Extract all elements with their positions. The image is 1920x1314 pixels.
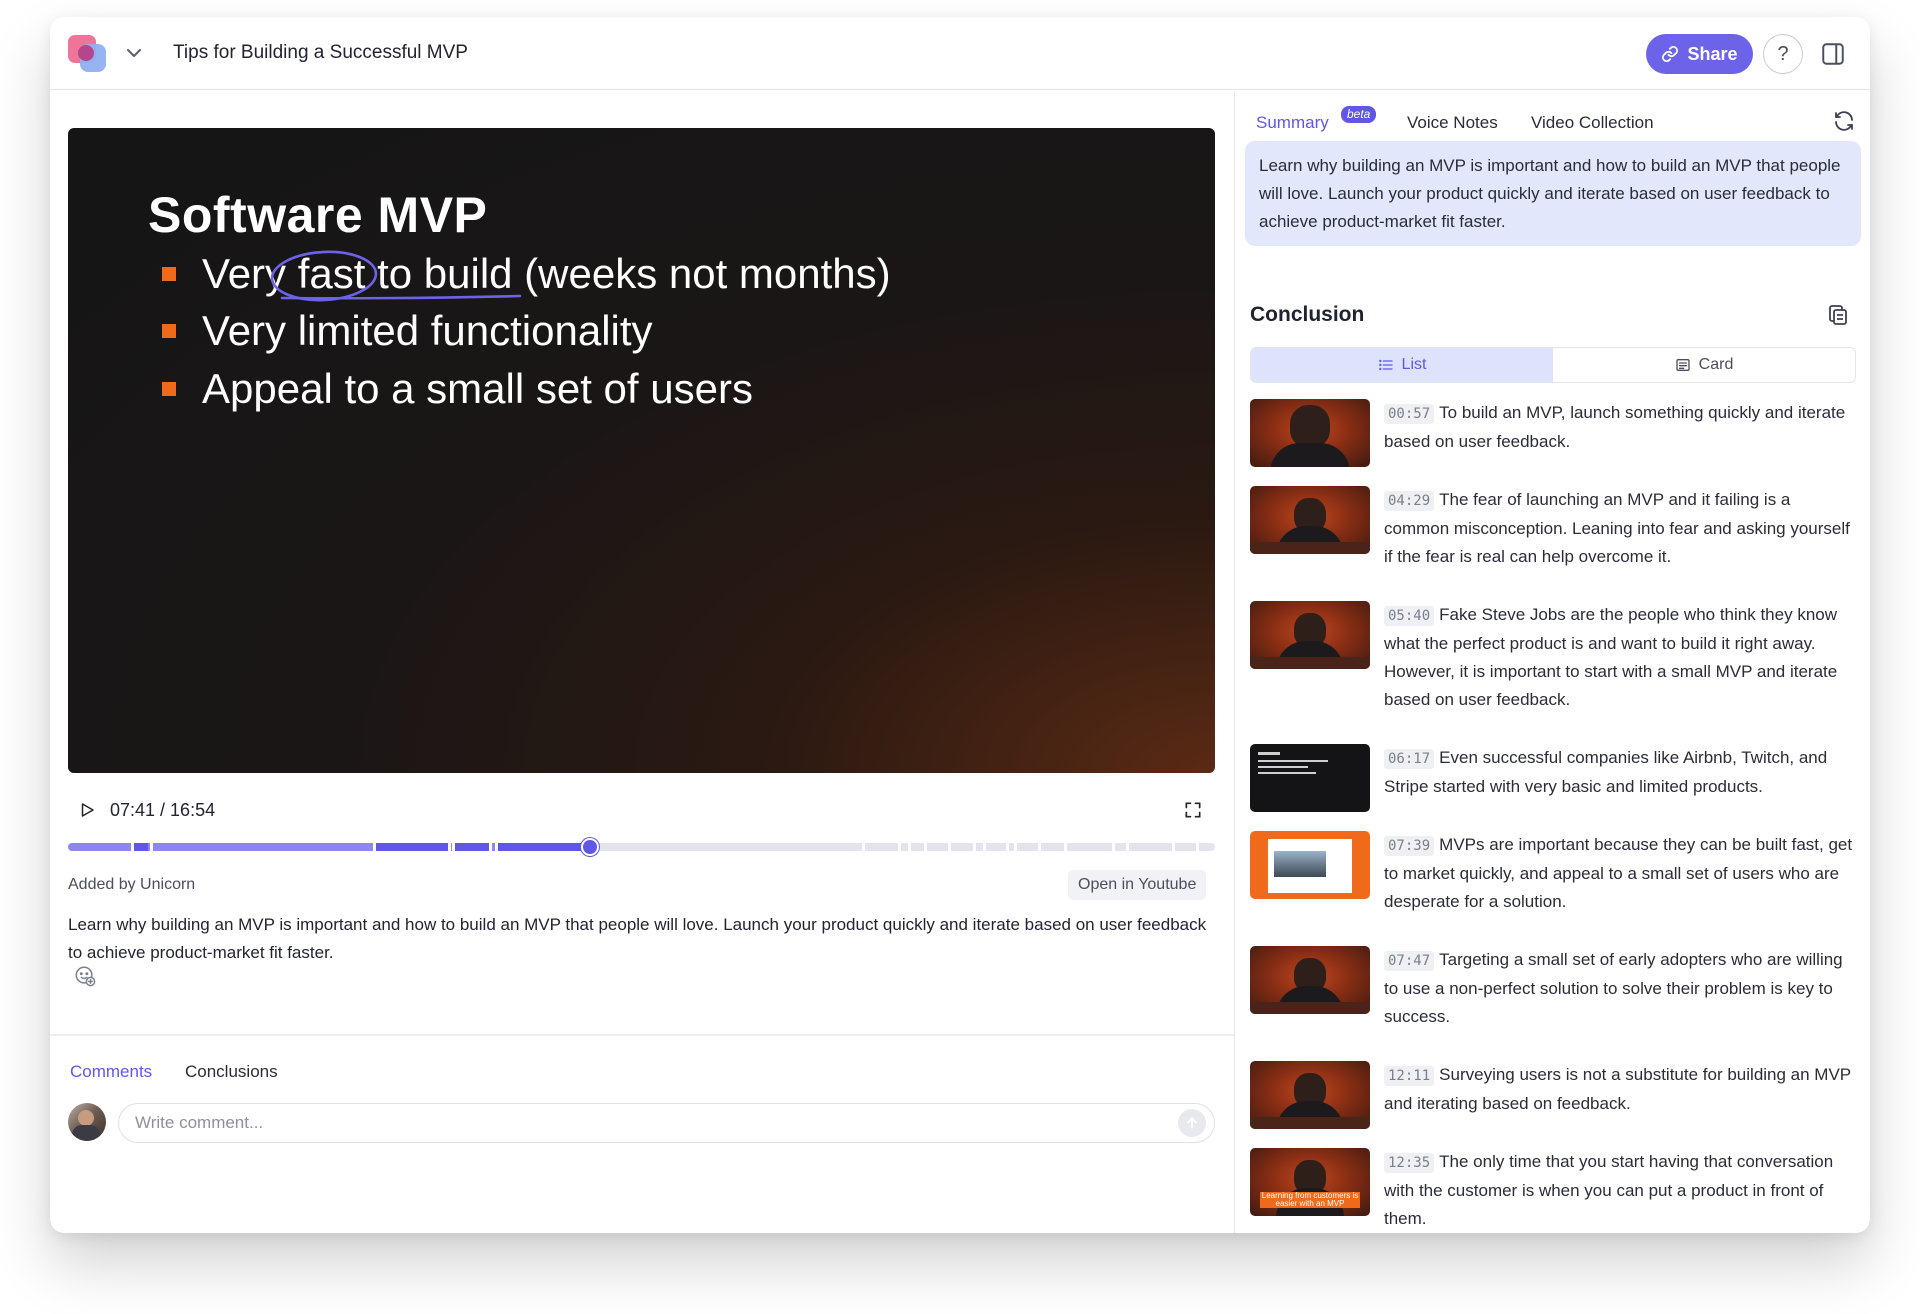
open-youtube-button[interactable]: Open in Youtube <box>1068 870 1207 900</box>
progress-bar[interactable] <box>68 836 1215 858</box>
slide-bullet: Appeal to a small set of users <box>162 365 753 413</box>
timestamp[interactable]: 04:29 <box>1384 491 1435 511</box>
view-card-button[interactable]: Card <box>1553 348 1855 382</box>
top-bar: Tips for Building a Successful MVP Share… <box>50 17 1870 90</box>
app-window: Tips for Building a Successful MVP Share… <box>50 17 1870 1233</box>
copy-icon[interactable] <box>1826 303 1850 327</box>
summary-text: Learn why building an MVP is important a… <box>1245 141 1861 246</box>
beta-badge: beta <box>1341 106 1377 123</box>
video-thumbnail[interactable] <box>1250 601 1370 669</box>
share-label: Share <box>1687 43 1738 64</box>
video-player[interactable]: Software MVP Very fast to build (weeks n… <box>68 128 1215 773</box>
timestamp[interactable]: 07:47 <box>1384 951 1435 971</box>
timestamp[interactable]: 12:35 <box>1384 1153 1435 1173</box>
main-content: Software MVP Very fast to build (weeks n… <box>50 91 1234 1233</box>
conclusion-text: 05:40 Fake Steve Jobs are the people who … <box>1384 605 1838 709</box>
help-icon: ? <box>1777 42 1789 65</box>
tab-voice-notes[interactable]: Voice Notes <box>1407 113 1498 133</box>
help-button[interactable]: ? <box>1763 34 1803 74</box>
added-by-label: Added by Unicorn <box>68 876 196 893</box>
divider <box>50 1034 1234 1036</box>
card-icon <box>1675 359 1690 371</box>
slide-bullet: Very fast to build (weeks not months) <box>162 250 891 298</box>
video-thumbnail[interactable] <box>1250 831 1370 899</box>
video-thumbnail[interactable] <box>1250 486 1370 554</box>
tab-video-collection[interactable]: Video Collection <box>1531 113 1654 133</box>
add-reaction-icon[interactable] <box>74 965 96 987</box>
video-thumbnail[interactable] <box>1250 399 1370 467</box>
conclusion-text: 12:35 The only time that you start having… <box>1384 1152 1834 1228</box>
progress-thumb[interactable] <box>580 838 599 856</box>
video-thumbnail[interactable] <box>1250 946 1370 1014</box>
play-icon[interactable] <box>78 801 96 819</box>
conclusion-heading: Conclusion <box>1250 303 1365 326</box>
list-icon <box>1378 359 1393 371</box>
tab-summary[interactable]: Summary <box>1256 113 1329 133</box>
thumbnail-caption: Learning from customers is easier with a… <box>1260 1191 1360 1208</box>
progress-track <box>68 843 1215 851</box>
conclusion-text: 12:11 Surveying users is not a substitute… <box>1384 1065 1851 1113</box>
video-thumbnail[interactable] <box>1250 1061 1370 1129</box>
video-thumbnail[interactable]: Learning from customers is easier with a… <box>1250 1148 1370 1216</box>
arrow-up-icon <box>1187 1117 1197 1129</box>
chevron-down-icon[interactable] <box>122 41 146 65</box>
conclusion-text: 06:17 Even successful companies like Airb… <box>1384 748 1828 796</box>
sidebar-toggle-icon[interactable] <box>1820 41 1846 67</box>
timestamp[interactable]: 06:17 <box>1384 749 1435 769</box>
video-description: Learn why building an MVP is important a… <box>68 915 1207 962</box>
tab-conclusions[interactable]: Conclusions <box>185 1062 278 1082</box>
refresh-icon[interactable] <box>1832 109 1856 133</box>
share-button[interactable]: Share <box>1646 34 1753 74</box>
fullscreen-icon[interactable] <box>1183 800 1203 820</box>
time-display: 07:41 / 16:54 <box>110 800 216 820</box>
page-title: Tips for Building a Successful MVP <box>173 42 468 63</box>
timestamp[interactable]: 05:40 <box>1384 606 1435 626</box>
tab-comments[interactable]: Comments <box>70 1062 152 1082</box>
avatar <box>68 1103 106 1141</box>
slide-title: Software MVP <box>148 187 488 243</box>
comment-input[interactable] <box>118 1103 1215 1143</box>
send-button[interactable] <box>1178 1109 1206 1137</box>
timestamp[interactable]: 07:39 <box>1384 836 1435 856</box>
conclusion-text: 07:39 MVPs are important because they can… <box>1384 835 1853 911</box>
link-icon <box>1662 46 1679 62</box>
timestamp[interactable]: 12:11 <box>1384 1066 1435 1086</box>
player-controls: 07:41 / 16:54 <box>68 791 1215 831</box>
conclusion-text: 04:29 The fear of launching an MVP and it… <box>1384 490 1850 566</box>
conclusion-text: 00:57 To build an MVP, launch something q… <box>1384 403 1846 451</box>
app-logo-icon[interactable] <box>68 35 108 73</box>
video-thumbnail[interactable] <box>1250 744 1370 812</box>
timestamp[interactable]: 00:57 <box>1384 404 1435 424</box>
sidebar: Summary beta Voice Notes Video Collectio… <box>1234 91 1870 1233</box>
conclusion-text: 07:47 Targeting a small set of early adop… <box>1384 950 1843 1026</box>
view-toggle: List Card <box>1250 347 1856 383</box>
view-list-button[interactable]: List <box>1251 348 1553 382</box>
slide-bullet: Very limited functionality <box>162 307 653 355</box>
